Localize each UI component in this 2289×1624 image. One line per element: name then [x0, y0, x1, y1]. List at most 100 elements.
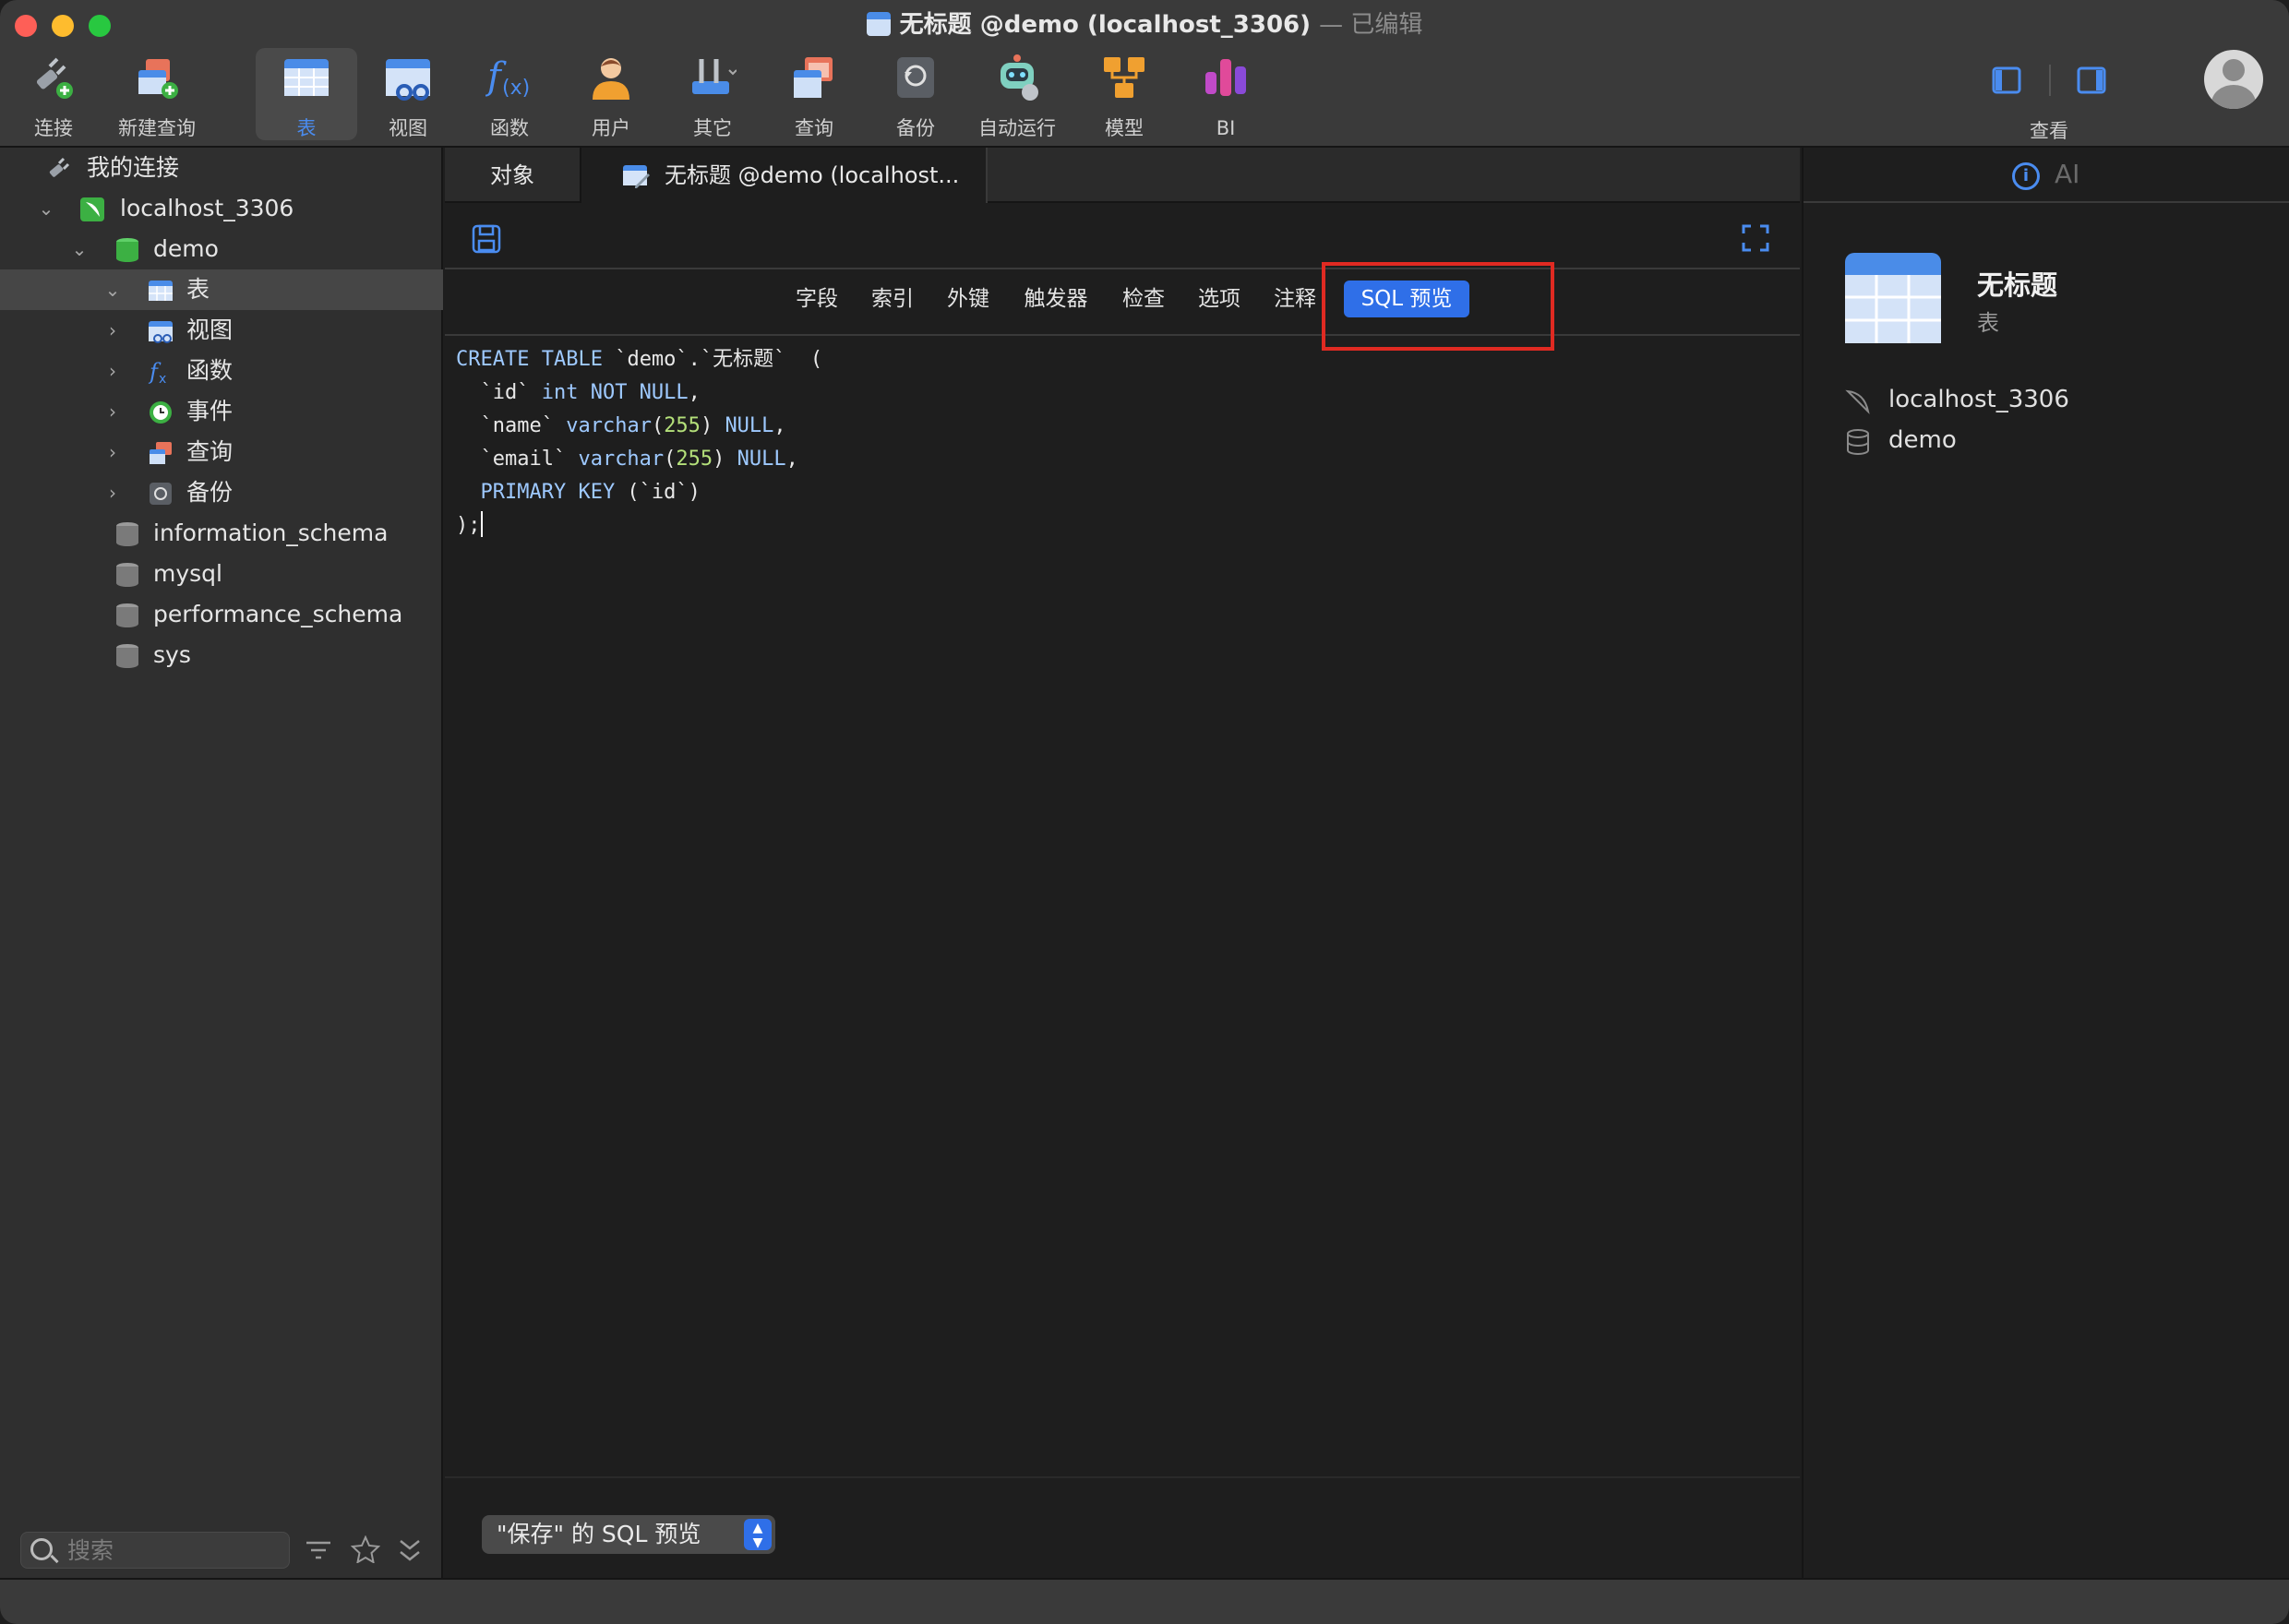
function-icon: f (x)	[485, 55, 530, 100]
subtab-triggers[interactable]: 触发器	[1013, 281, 1098, 317]
info-panel: i AI 无标题 表 localhost_3306 demo	[1802, 148, 2289, 1578]
tree-item-functions[interactable]: › fx 函数	[0, 351, 443, 391]
preview-mode-select[interactable]: "保存" 的 SQL 预览 ▲ ▼	[482, 1515, 775, 1554]
subtab-fields[interactable]: 字段	[786, 281, 847, 317]
subtab-options[interactable]: 选项	[1189, 281, 1250, 317]
tree-connection[interactable]: ⌄ localhost_3306	[0, 188, 443, 229]
toolbar-connect-button[interactable]: 连接	[3, 48, 104, 140]
function-icon: fx	[148, 359, 166, 385]
subtab-comments[interactable]: 注释	[1264, 281, 1325, 317]
info-panel-tabs: i AI	[1804, 148, 2289, 203]
search-box[interactable]	[20, 1532, 290, 1569]
toggle-right-panel-icon[interactable]	[2077, 66, 2106, 94]
code-line: `name` varchar(255) NULL,	[456, 414, 786, 437]
tree-root-my-connections[interactable]: 我的连接	[0, 148, 443, 188]
search-icon	[30, 1538, 53, 1560]
tree-database-demo[interactable]: ⌄ demo	[0, 229, 443, 269]
avatar[interactable]	[2204, 50, 2263, 109]
toolbar-function-button[interactable]: f (x) 函数	[459, 48, 560, 140]
toolbar: 无标题 @demo (localhost_3306) — 已编辑 连接 新建查询…	[0, 0, 2289, 148]
robot-icon	[1001, 54, 1038, 101]
plug-icon	[49, 157, 70, 177]
collapse-icon[interactable]	[397, 1537, 423, 1563]
tree-database-performance-schema[interactable]: performance_schema	[0, 594, 443, 635]
query-icon	[794, 57, 833, 98]
status-bar	[0, 1578, 2289, 1624]
toolbar-view-button[interactable]: 视图	[357, 48, 459, 140]
table-edit-icon	[623, 165, 650, 188]
tree-database-sys[interactable]: sys	[0, 635, 443, 675]
view-icon	[149, 321, 173, 343]
toggle-left-panel-icon[interactable]	[1992, 66, 2021, 94]
designer-subtabs: 字段 索引 外键 触发器 检查 选项 注释 SQL 预览	[445, 271, 1800, 336]
tree-item-tables[interactable]: ⌄ 表	[0, 269, 443, 310]
code-line: `email` varchar(255) NULL,	[456, 448, 798, 471]
search-input[interactable]	[67, 1533, 280, 1568]
svg-text:x: x	[159, 372, 166, 385]
chevron-right-icon[interactable]: ›	[103, 432, 122, 472]
table-icon	[149, 281, 173, 301]
document-tab-bar: 对象 无标题 @demo (localhost...	[445, 148, 1800, 203]
chevron-right-icon[interactable]: ›	[103, 351, 122, 391]
backup-icon	[897, 57, 934, 98]
chevron-right-icon[interactable]: ›	[103, 391, 122, 432]
plug-icon	[36, 57, 73, 99]
star-icon[interactable]	[351, 1535, 380, 1563]
fullscreen-icon[interactable]	[1741, 223, 1770, 253]
table-icon	[1845, 253, 1941, 343]
sql-preview-code[interactable]: CREATE TABLE `demo`.`无标题` ( `id` int NOT…	[456, 343, 1785, 543]
filter-icon[interactable]	[305, 1539, 332, 1561]
toolbar-other-button[interactable]: 其它	[662, 48, 763, 140]
chevron-updown-icon: ▲ ▼	[744, 1519, 772, 1550]
subtab-indexes[interactable]: 索引	[862, 281, 923, 317]
svg-text:(x): (x)	[502, 77, 530, 100]
toolbar-query-button[interactable]: 查询	[763, 48, 865, 140]
connection-sidebar: 我的连接 ⌄ localhost_3306 ⌄ demo ⌄ 表 › 视图 › …	[0, 148, 443, 1578]
user-icon	[593, 58, 629, 100]
mysql-connection-icon	[80, 197, 104, 221]
toolbar-automation-button[interactable]: 自动运行	[966, 48, 1068, 140]
chevron-down-icon[interactable]: ⌄	[103, 269, 122, 310]
save-icon[interactable]	[471, 223, 502, 255]
app-window: 无标题 @demo (localhost_3306) — 已编辑 连接 新建查询…	[0, 0, 2289, 1624]
window-title: 无标题 @demo (localhost_3306) — 已编辑	[0, 7, 2289, 42]
bi-icon	[1205, 59, 1246, 96]
database-icon	[116, 238, 138, 262]
connection-icon	[1845, 389, 1870, 415]
chevron-down-icon[interactable]: ⌄	[37, 188, 55, 229]
toolbar-table-button[interactable]: 表	[256, 48, 357, 140]
database-icon	[116, 644, 138, 668]
toolbar-model-button[interactable]: 模型	[1073, 48, 1175, 140]
code-line: );	[456, 509, 1785, 543]
text-caret	[480, 511, 483, 537]
model-icon	[1104, 57, 1144, 98]
view-icon	[386, 59, 430, 101]
toolbar-bi-button[interactable]: BI	[1175, 48, 1276, 140]
subtab-foreign-keys[interactable]: 外键	[938, 281, 999, 317]
info-icon[interactable]: i	[2012, 162, 2040, 190]
subtab-checks[interactable]: 检查	[1113, 281, 1174, 317]
chevron-right-icon[interactable]: ›	[103, 310, 122, 351]
tree-item-queries[interactable]: › 查询	[0, 432, 443, 472]
table-icon	[284, 59, 329, 96]
tab-ai[interactable]: AI	[2055, 159, 2079, 189]
tree-item-views[interactable]: › 视图	[0, 310, 443, 351]
toolbar-user-button[interactable]: 用户	[560, 48, 662, 140]
toolbar-backup-button[interactable]: 备份	[865, 48, 966, 140]
tools-icon	[692, 59, 737, 94]
view-label: 查看	[2030, 120, 2068, 142]
tree-database-information-schema[interactable]: information_schema	[0, 513, 443, 554]
chevron-right-icon[interactable]: ›	[103, 472, 122, 513]
new-query-icon	[138, 59, 178, 99]
chevron-down-icon[interactable]: ⌄	[70, 229, 89, 269]
object-name: 无标题	[1977, 269, 2058, 301]
divider	[2049, 65, 2051, 96]
tree-item-backups[interactable]: › 备份	[0, 472, 443, 513]
tree-database-mysql[interactable]: mysql	[0, 554, 443, 594]
toolbar-new-query-button[interactable]: 新建查询	[106, 48, 208, 140]
tab-table-editor[interactable]: 无标题 @demo (localhost...	[581, 148, 988, 203]
tab-objects[interactable]: 对象	[445, 148, 581, 203]
highlight-box	[1322, 262, 1554, 351]
tree-item-events[interactable]: › 事件	[0, 391, 443, 432]
query-icon	[150, 442, 172, 464]
